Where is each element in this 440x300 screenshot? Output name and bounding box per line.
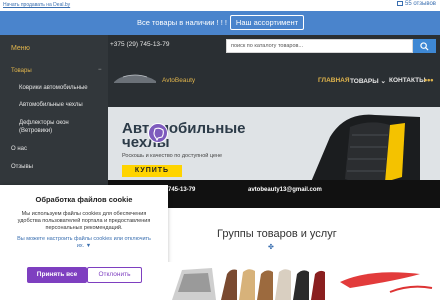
menu-item-products[interactable]: Товары bbox=[11, 68, 119, 74]
menu-item-covers[interactable]: Автомобильные чехлы bbox=[19, 102, 127, 108]
menu-item-deflectors[interactable]: Дефлекторы окон (Ветровики) bbox=[19, 119, 99, 135]
search-placeholder: поиск по каталогу товаров... bbox=[231, 43, 304, 49]
top-bar: Начать продавать на Deal.by 55 отзывов bbox=[0, 0, 440, 11]
cookie-settings-link[interactable]: Вы можете настроить файлы cookies или от… bbox=[14, 236, 154, 250]
search-button[interactable] bbox=[413, 39, 436, 53]
divider-icon: ✤ bbox=[268, 244, 274, 251]
chevron-down-icon: ⌄ bbox=[380, 78, 386, 85]
product-thumb-deflectors[interactable] bbox=[330, 262, 436, 300]
product-thumb-mats[interactable] bbox=[168, 262, 218, 300]
hero-title: Автомобильные чехлы bbox=[122, 121, 262, 150]
buy-button[interactable]: КУПИТЬ bbox=[122, 165, 182, 177]
collapse-icon[interactable]: − bbox=[98, 67, 102, 73]
cookie-body: Мы используем файлы cookies для обеспече… bbox=[17, 211, 151, 231]
banner-text: Все товары в наличии ! ! ! bbox=[137, 18, 227, 27]
sell-link[interactable]: Начать продавать на Deal.by bbox=[3, 2, 70, 8]
search-icon bbox=[420, 42, 429, 51]
nav-contacts[interactable]: КОНТАКТЫ bbox=[389, 77, 425, 84]
menu-item-reviews[interactable]: Отзывы bbox=[11, 164, 119, 170]
more-icon[interactable]: ••• bbox=[424, 75, 433, 85]
accept-all-button[interactable]: Принять все bbox=[27, 267, 87, 283]
nav-home[interactable]: ГЛАВНАЯ bbox=[318, 77, 350, 84]
reviews-link[interactable]: 55 отзывов bbox=[396, 1, 436, 8]
search-input[interactable]: поиск по каталогу товаров... bbox=[226, 39, 413, 53]
car-logo[interactable] bbox=[111, 72, 159, 86]
menu-item-about[interactable]: О нас bbox=[11, 146, 119, 152]
cookie-dialog: Обработка файлов cookie Мы используем фа… bbox=[0, 185, 168, 300]
hero-email[interactable]: avtobeauty13@gmail.com bbox=[248, 187, 322, 193]
nav-products[interactable]: ТОВАРЫ ⌄ bbox=[350, 77, 386, 85]
hero-subtitle: Роскошь и качество по доступной цене bbox=[122, 153, 223, 159]
decline-button[interactable]: Отклонить bbox=[87, 267, 142, 283]
product-thumb-covers[interactable] bbox=[219, 262, 327, 300]
header-phone[interactable]: +375 (29) 745-13-79 bbox=[110, 41, 169, 48]
menu-title: Меню bbox=[11, 45, 30, 52]
nav-products-label: ТОВАРЫ bbox=[350, 78, 379, 85]
menu-item-mats[interactable]: Коврики автомобильные bbox=[19, 85, 127, 91]
hero-phone[interactable]: 745-13-79 bbox=[168, 187, 195, 193]
reviews-label: 55 отзывов bbox=[404, 1, 436, 8]
promo-banner: Все товары в наличии ! ! ! Наш ассортиме… bbox=[0, 11, 440, 35]
side-menu: Меню Товары − Коврики автомобильные Авто… bbox=[0, 35, 108, 192]
cookie-title: Обработка файлов cookie bbox=[35, 195, 133, 204]
reviews-icon bbox=[396, 1, 403, 6]
section-title: Группы товаров и услуг bbox=[217, 228, 337, 240]
viber-icon[interactable] bbox=[148, 123, 168, 143]
assortment-button[interactable]: Наш ассортимент bbox=[230, 15, 304, 30]
brand-name[interactable]: AvtoBeauty bbox=[162, 77, 195, 84]
